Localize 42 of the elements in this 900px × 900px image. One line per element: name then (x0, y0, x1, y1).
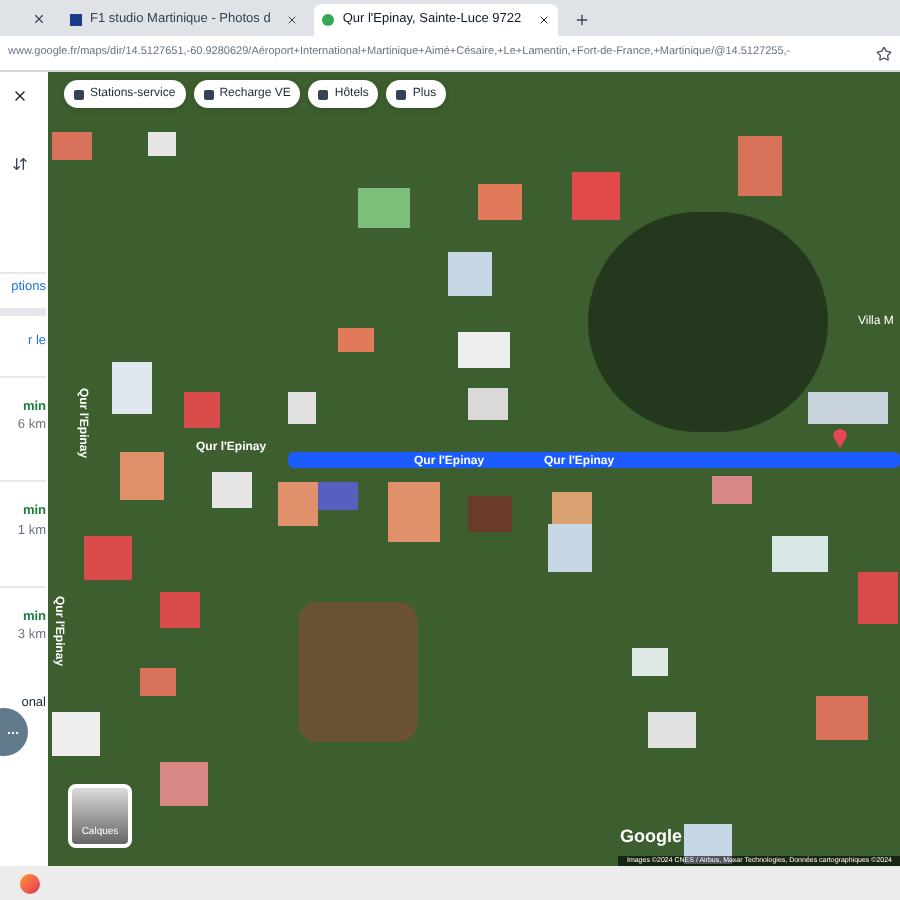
close-icon[interactable] (12, 88, 28, 104)
dirt-field (298, 602, 418, 742)
building-roof (112, 362, 152, 414)
building-roof (388, 482, 440, 542)
building-roof (160, 592, 200, 628)
building-roof (52, 712, 100, 756)
map-pin-icon (832, 428, 848, 448)
building-roof (160, 762, 208, 806)
building-roof (458, 332, 510, 368)
building-roof (140, 668, 176, 696)
building-roof (448, 252, 492, 296)
star-icon[interactable] (876, 45, 892, 61)
close-icon[interactable] (32, 12, 46, 26)
close-icon[interactable] (286, 14, 299, 26)
building-roof (478, 184, 522, 220)
building-roof (858, 572, 898, 624)
building-roof (572, 172, 620, 220)
building-roof (468, 388, 508, 420)
building-roof (358, 188, 410, 228)
building-roof (120, 452, 164, 500)
building-roof (338, 328, 374, 352)
building-roof (808, 392, 888, 424)
building-roof (648, 712, 696, 748)
swap-icon[interactable] (12, 156, 28, 172)
new-tab-icon[interactable] (573, 12, 590, 28)
building-roof (212, 472, 252, 508)
close-icon[interactable] (537, 14, 550, 26)
tab-favicon-icon (70, 14, 82, 26)
tab-favicon-icon (322, 14, 335, 26)
building-roof (184, 392, 220, 428)
building-roof (772, 536, 828, 572)
building-roof (816, 696, 868, 740)
satellite-map[interactable] (48, 72, 900, 866)
building-roof (632, 648, 668, 676)
building-roof (288, 392, 316, 424)
building-roof (84, 536, 132, 580)
google-logo: Google (620, 824, 682, 850)
building-roof (712, 476, 752, 504)
building-roof (52, 132, 92, 160)
building-roof (468, 496, 512, 532)
building-roof (738, 136, 782, 196)
building-roof (148, 132, 176, 156)
